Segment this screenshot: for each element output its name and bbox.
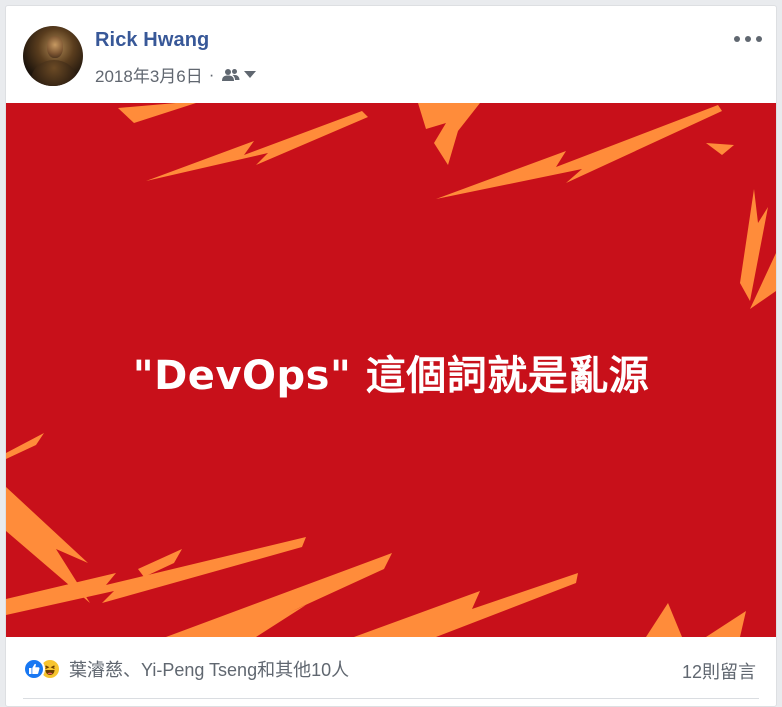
author-avatar[interactable]: [23, 26, 83, 86]
footer-divider: [23, 698, 759, 699]
like-icon[interactable]: [23, 658, 45, 680]
reactions-text[interactable]: 葉濬慈、Yi-Peng Tseng和其他10人: [69, 656, 349, 682]
author-name[interactable]: Rick Hwang: [95, 29, 209, 52]
reactions-summary[interactable]: 葉濬慈、Yi-Peng Tseng和其他10人: [23, 656, 349, 682]
post-meta: 2018年3月6日 ·: [95, 62, 257, 87]
post-footer: 葉濬慈、Yi-Peng Tseng和其他10人 12則留言: [6, 637, 776, 706]
meta-separator: ·: [208, 64, 215, 84]
post-card: Rick Hwang 2018年3月6日 · "DevOps" 這個詞就是亂源 …: [5, 5, 777, 707]
audience-dropdown-icon[interactable]: [244, 71, 257, 78]
banner-headline: "DevOps" 這個詞就是亂源: [132, 353, 650, 399]
friends-icon[interactable]: [222, 68, 240, 82]
comments-count[interactable]: 12則留言: [682, 658, 756, 684]
post-header: Rick Hwang 2018年3月6日 ·: [6, 6, 776, 103]
post-image-banner[interactable]: "DevOps" 這個詞就是亂源: [6, 103, 776, 637]
more-options-icon[interactable]: [734, 30, 762, 48]
post-date[interactable]: 2018年3月6日: [95, 62, 203, 87]
